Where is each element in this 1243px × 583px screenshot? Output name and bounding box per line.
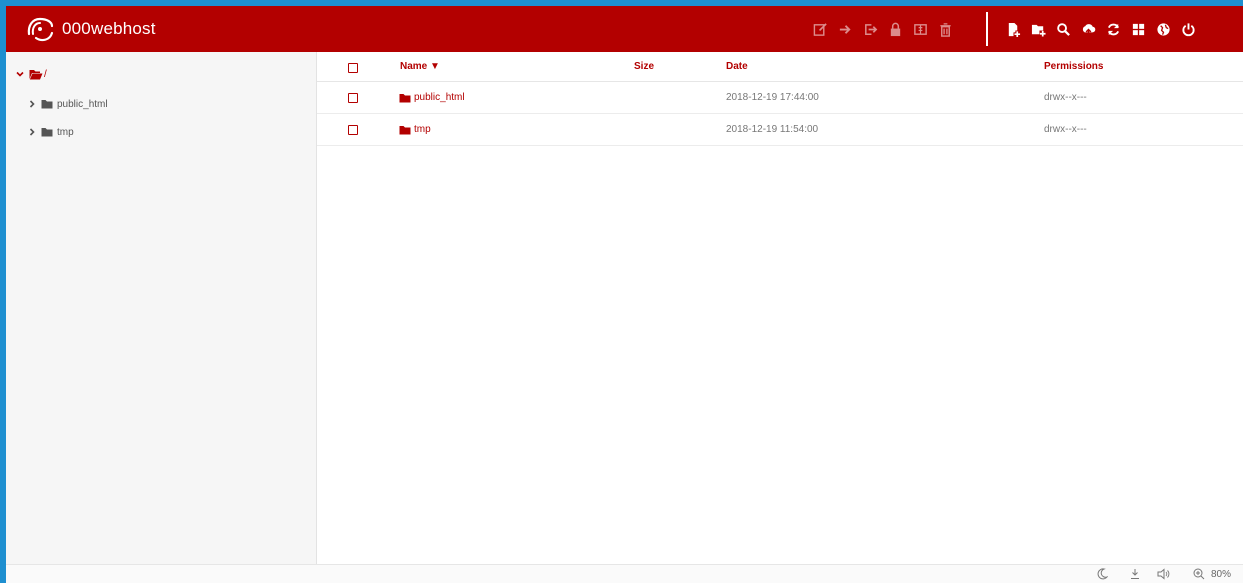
file-name-cell[interactable]: tmp [399,124,431,135]
night-mode-icon[interactable] [1096,568,1108,580]
column-header-date[interactable]: Date [726,61,748,72]
column-header-permissions[interactable]: Permissions [1044,61,1103,72]
tree-root-label: / [44,68,47,80]
chevron-right-icon [29,100,35,108]
copy-icon[interactable] [859,18,881,40]
main-toolbar [1002,6,1202,52]
new-file-icon[interactable] [1002,18,1024,40]
file-manager-app: 000webhost / public_html tmp Name ▼ Size… [6,6,1243,583]
archive-icon[interactable] [909,18,931,40]
chevron-down-icon [16,71,24,77]
select-all-checkbox[interactable] [348,63,358,73]
zoom-in-icon [1193,568,1205,580]
file-name: tmp [414,124,431,135]
folder-icon [41,100,53,109]
folder-icon [41,128,53,137]
table-row[interactable]: tmp 2018-12-19 11:54:00 drwx--x--- [317,114,1243,146]
upload-icon[interactable] [1077,18,1099,40]
folder-tree-sidebar: / public_html tmp [6,52,317,564]
selection-toolbar [809,6,959,52]
move-icon[interactable] [834,18,856,40]
file-name-cell[interactable]: public_html [399,92,465,103]
file-permissions: drwx--x--- [1044,124,1087,135]
lock-icon[interactable] [884,18,906,40]
globe-icon[interactable] [1152,18,1174,40]
search-icon[interactable] [1052,18,1074,40]
table-row[interactable]: public_html 2018-12-19 17:44:00 drwx--x-… [317,82,1243,114]
folder-icon [399,93,411,102]
000webhost-logo-icon [27,17,54,42]
zoom-level: 80% [1211,568,1232,580]
download-icon[interactable] [1129,568,1141,580]
sidebar-item-tmp[interactable]: tmp [28,124,74,140]
app-header: 000webhost [6,6,1243,52]
row-checkbox[interactable] [348,93,358,103]
file-date: 2018-12-19 11:54:00 [726,124,819,135]
sidebar-item-public-html[interactable]: public_html [28,96,108,112]
brand-name: 000webhost [62,19,156,38]
table-header: Name ▼ Size Date Permissions [317,52,1243,82]
grid-view-icon[interactable] [1127,18,1149,40]
trash-icon[interactable] [934,18,956,40]
column-header-size[interactable]: Size [634,61,654,72]
column-header-name[interactable]: Name ▼ [400,61,440,72]
folder-open-icon [29,69,43,79]
edit-icon[interactable] [809,18,831,40]
brand-logo[interactable]: 000webhost [24,12,156,46]
file-name: public_html [414,92,465,103]
sidebar-item-label: tmp [57,126,74,138]
file-permissions: drwx--x--- [1044,92,1087,103]
file-date: 2018-12-19 17:44:00 [726,92,819,103]
toolbar-divider [986,12,988,46]
sidebar-item-label: public_html [57,98,108,110]
browser-status-bar: 80% [6,564,1243,583]
file-list: Name ▼ Size Date Permissions public_html… [317,52,1243,564]
tree-root[interactable]: / [16,66,47,82]
chevron-right-icon [29,128,35,136]
zoom-control[interactable]: 80% [1193,568,1231,580]
refresh-icon[interactable] [1102,18,1124,40]
power-icon[interactable] [1177,18,1199,40]
speaker-icon[interactable] [1157,568,1171,580]
row-checkbox[interactable] [348,125,358,135]
folder-icon [399,125,411,134]
new-folder-icon[interactable] [1027,18,1049,40]
